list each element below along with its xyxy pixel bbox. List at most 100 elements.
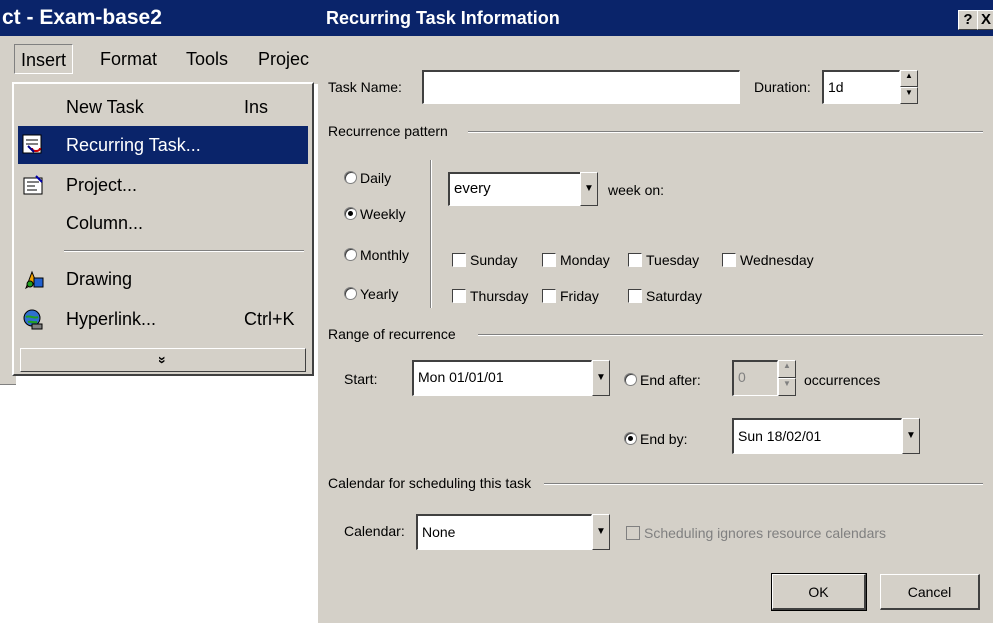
- radio-end-after[interactable]: [624, 373, 637, 386]
- spin-down-icon[interactable]: ▼: [778, 378, 796, 396]
- end-by-dropdown-arrow-icon[interactable]: ▼: [902, 418, 920, 454]
- checkbox-saturday[interactable]: [628, 289, 642, 303]
- menu-insert-label: Insert: [21, 50, 67, 70]
- saturday-label: Saturday: [646, 288, 703, 304]
- app-title: ct - Exam-base2: [2, 6, 162, 29]
- spin-down-icon[interactable]: ▼: [900, 87, 918, 104]
- start-date-dropdown-arrow-icon[interactable]: ▼: [592, 360, 610, 396]
- menu-item-new-task[interactable]: New Task Ins: [18, 88, 308, 126]
- insert-menu-dropdown: New Task Ins Recurring Task... Project..…: [12, 82, 314, 376]
- recurring-task-dialog: Recurring Task Information ? X Task Name…: [318, 0, 993, 623]
- app-title-bar: ct - Exam-base2: [0, 0, 318, 36]
- range-group-line: [478, 334, 983, 336]
- close-icon: X: [980, 11, 991, 28]
- occurrences-label: occurrences: [804, 372, 881, 388]
- menu-format-label: Format: [100, 49, 158, 69]
- menu-item-recurring-task[interactable]: Recurring Task...: [18, 126, 308, 164]
- friday-label: Friday: [560, 288, 599, 304]
- radio-yearly[interactable]: [344, 287, 357, 300]
- expand-menu-chevron-icon[interactable]: »: [20, 348, 306, 372]
- task-name-input[interactable]: [422, 70, 740, 104]
- tuesday-label: Tuesday: [646, 252, 700, 268]
- ignore-resource-calendars-label: Scheduling ignores resource calendars: [644, 525, 887, 541]
- dialog-title-bar: Recurring Task Information ? X: [318, 0, 993, 36]
- task-name-label: Task Name:: [328, 79, 402, 95]
- calendar-label: Calendar:: [344, 523, 405, 539]
- hyperlink-label: Hyperlink...: [66, 309, 157, 329]
- ok-button[interactable]: OK: [771, 573, 867, 611]
- checkbox-monday[interactable]: [542, 253, 556, 267]
- spin-up-icon[interactable]: ▲: [778, 360, 796, 378]
- column-label: Column...: [66, 213, 144, 233]
- new-task-label: New Task: [66, 97, 144, 117]
- monday-label: Monday: [560, 252, 610, 268]
- menu-item-drawing[interactable]: Drawing: [18, 260, 308, 298]
- drawing-icon: [22, 267, 46, 291]
- hyperlink-icon: [22, 307, 46, 331]
- dialog-title: Recurring Task Information: [326, 8, 560, 28]
- monthly-label: Monthly: [360, 247, 410, 263]
- frequency-select[interactable]: every: [448, 172, 584, 206]
- menu-bar: Insert Format Tools Projec: [0, 36, 318, 84]
- weekly-label: Weekly: [360, 206, 406, 222]
- duration-label: Duration:: [754, 79, 811, 95]
- daily-label: Daily: [360, 170, 392, 186]
- calendar-select[interactable]: None: [416, 514, 592, 550]
- menu-tools[interactable]: Tools: [180, 44, 234, 74]
- menu-tools-label: Tools: [186, 49, 229, 69]
- recurring-task-icon: [22, 133, 46, 157]
- menu-item-project[interactable]: Project...: [18, 166, 308, 204]
- help-icon: ?: [963, 11, 973, 28]
- end-by-label: End by:: [640, 431, 688, 447]
- checkbox-tuesday[interactable]: [628, 253, 642, 267]
- thursday-label: Thursday: [470, 288, 529, 304]
- hyperlink-shortcut: Ctrl+K: [244, 309, 295, 329]
- recurring-task-label: Recurring Task...: [66, 135, 201, 155]
- background-divider: [0, 384, 16, 385]
- checkbox-sunday[interactable]: [452, 253, 466, 267]
- menu-item-column[interactable]: Column...: [18, 204, 308, 242]
- checkbox-wednesday[interactable]: [722, 253, 736, 267]
- recurrence-group-line: [468, 131, 983, 133]
- checkbox-friday[interactable]: [542, 289, 556, 303]
- project-label: Project...: [66, 175, 138, 195]
- calendar-group-label: Calendar for scheduling this task: [328, 475, 532, 491]
- start-date-select[interactable]: Mon 01/01/01: [412, 360, 592, 396]
- radio-weekly[interactable]: [344, 207, 357, 220]
- sunday-label: Sunday: [470, 252, 518, 268]
- occurrences-input[interactable]: 0: [732, 360, 778, 396]
- duration-spinner[interactable]: ▲ ▼: [900, 70, 918, 104]
- drawing-label: Drawing: [66, 269, 133, 289]
- recurrence-pattern-label: Recurrence pattern: [328, 123, 448, 139]
- range-label: Range of recurrence: [328, 326, 456, 342]
- pattern-divider: [430, 160, 432, 308]
- radio-monthly[interactable]: [344, 248, 357, 261]
- project-icon: [22, 173, 46, 197]
- menu-project[interactable]: Projec: [252, 44, 315, 74]
- radio-daily[interactable]: [344, 171, 357, 184]
- menu-insert[interactable]: Insert: [14, 44, 74, 74]
- wednesday-label: Wednesday: [740, 252, 814, 268]
- start-label: Start:: [344, 371, 378, 387]
- menu-item-hyperlink[interactable]: Hyperlink... Ctrl+K: [18, 300, 308, 338]
- menu-project-label: Projec: [258, 49, 310, 69]
- new-task-shortcut: Ins: [244, 97, 269, 117]
- checkbox-ignore-resource-calendars[interactable]: [626, 526, 640, 540]
- end-after-label: End after:: [640, 372, 701, 388]
- end-by-date-select[interactable]: Sun 18/02/01: [732, 418, 902, 454]
- expand-menu-glyph: »: [154, 356, 171, 364]
- checkbox-thursday[interactable]: [452, 289, 466, 303]
- menu-format[interactable]: Format: [94, 44, 163, 74]
- spin-up-icon[interactable]: ▲: [900, 70, 918, 87]
- cancel-button[interactable]: Cancel: [880, 574, 980, 610]
- calendar-group-line: [544, 483, 983, 485]
- calendar-dropdown-arrow-icon[interactable]: ▼: [592, 514, 610, 550]
- help-button[interactable]: ?: [958, 10, 978, 30]
- frequency-dropdown-arrow-icon[interactable]: ▼: [580, 172, 598, 206]
- week-on-label: week on:: [608, 182, 665, 198]
- radio-end-by[interactable]: [624, 432, 637, 445]
- close-button[interactable]: X: [977, 10, 993, 30]
- duration-input[interactable]: 1d: [822, 70, 900, 104]
- yearly-label: Yearly: [360, 286, 399, 302]
- occurrences-spinner[interactable]: ▲ ▼: [778, 360, 796, 396]
